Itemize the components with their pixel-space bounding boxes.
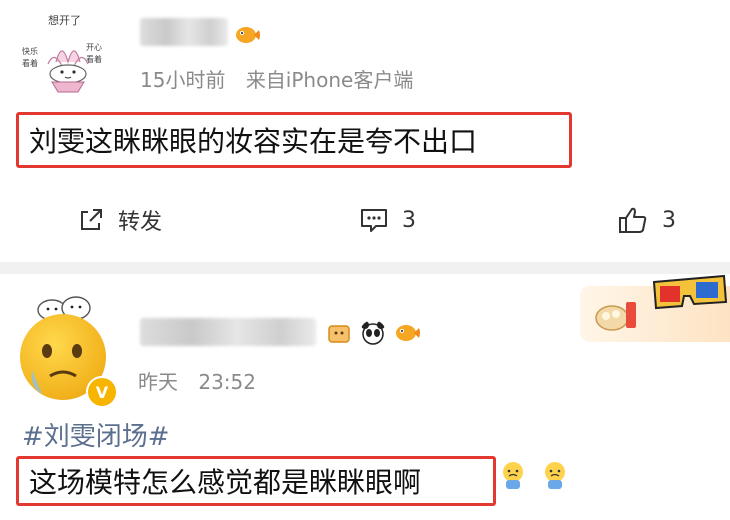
post-divider	[0, 262, 730, 274]
panda-badge-icon[interactable]	[360, 320, 386, 346]
fish-badge-icon[interactable]	[394, 320, 420, 346]
repost-label: 转发	[118, 210, 163, 235]
repost-icon	[81, 209, 102, 230]
weibo-post-2: V 昨天 23:52 #刘雯闭场# 这场模特怎么感觉都是眯眯眼啊	[0, 274, 730, 520]
sad-emoji-icon	[503, 462, 523, 489]
like-count: 3	[662, 207, 676, 233]
post-time: 昨天	[138, 370, 178, 394]
post-content-highlight: 这场模特怎么感觉都是眯眯眼啊	[16, 456, 496, 506]
repost-button[interactable]: 转发	[78, 202, 162, 238]
comment-count: 3	[402, 207, 416, 233]
comment-button[interactable]: 3	[360, 202, 416, 238]
post-text: 刘雯这眯眯眼的妆容实在是夸不出口	[29, 125, 478, 158]
weibo-post-1: 想开了 快乐 开心 看着 看着 15小时前 来自iPhone客户端 刘雯这眯眯眼…	[0, 0, 730, 262]
user-avatar-sketch[interactable]: 想开了 快乐 开心 看着 看着	[18, 12, 118, 94]
post-text: 这场模特怎么感觉都是眯眯眼啊	[29, 466, 422, 499]
blurred-username[interactable]	[140, 318, 316, 346]
cup-badge-icon[interactable]	[326, 320, 352, 346]
popcorn-decoration-icon	[595, 302, 636, 331]
3d-glasses-icon	[652, 274, 728, 310]
post-time: 15小时前	[140, 68, 226, 92]
fish-badge-icon[interactable]	[234, 22, 260, 48]
post-meta: 昨天 23:52	[138, 366, 270, 395]
sad-emoji-icon	[545, 462, 565, 489]
hashtag-link[interactable]: #刘雯闭场#	[22, 416, 170, 453]
post-meta: 15小时前 来自iPhone客户端	[140, 64, 427, 93]
post-clock: 23:52	[198, 370, 256, 394]
like-button[interactable]: 3	[618, 202, 676, 238]
thumbs-up-icon	[619, 207, 647, 233]
comment-icon	[361, 209, 387, 232]
user-avatar-emoji[interactable]: V	[20, 296, 120, 408]
post-content-highlight: 刘雯这眯眯眼的妆容实在是夸不出口	[16, 112, 572, 168]
verified-badge: V	[86, 376, 118, 408]
blurred-username[interactable]	[140, 18, 228, 46]
post-source[interactable]: 来自iPhone客户端	[246, 68, 414, 92]
lotus-cat-drawing	[47, 50, 89, 93]
